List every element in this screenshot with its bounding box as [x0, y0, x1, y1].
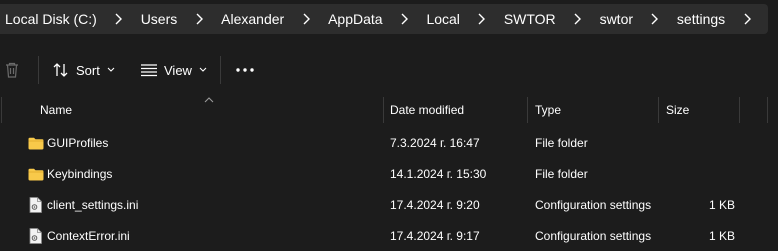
breadcrumb-label: settings — [676, 11, 726, 27]
file-type: Configuration settings — [535, 229, 652, 243]
chevron-down-icon — [199, 67, 207, 72]
breadcrumb-item-local[interactable]: Local — [425, 11, 460, 27]
toolbar-divider — [220, 56, 221, 84]
chevron-right-icon[interactable] — [461, 4, 503, 34]
file-icon-cell — [28, 128, 44, 158]
file-icon-cell — [29, 221, 42, 251]
file-type: File folder — [535, 167, 588, 181]
file-type: File folder — [535, 136, 588, 150]
column-header-label: Type — [535, 103, 562, 117]
column-divider[interactable] — [1, 97, 2, 123]
file-date-modified: 7.3.2024 г. 16:47 — [390, 136, 480, 150]
breadcrumb[interactable]: Local Disk (C:) Users Alexander AppData … — [0, 4, 768, 34]
file-date-modified: 14.1.2024 г. 15:30 — [390, 167, 487, 181]
breadcrumb-item-alexander[interactable]: Alexander — [220, 11, 285, 27]
column-header-type[interactable]: Type — [535, 97, 561, 123]
column-divider[interactable] — [739, 97, 740, 123]
config-file-icon — [29, 197, 42, 213]
file-icon-cell — [28, 159, 44, 189]
column-headers: Name Date modified Type Size — [0, 97, 778, 123]
breadcrumb-item-swtor[interactable]: SWTOR — [503, 11, 557, 27]
more-dots-icon — [236, 68, 254, 72]
config-file-icon — [29, 228, 42, 244]
breadcrumb-label: SWTOR — [503, 11, 556, 27]
toolbar-divider — [38, 56, 39, 84]
delete-button[interactable] — [2, 54, 22, 86]
chevron-right-icon[interactable] — [726, 4, 768, 34]
view-button[interactable]: View — [140, 54, 208, 86]
chevron-right-icon[interactable] — [557, 4, 599, 34]
file-type: Configuration settings — [535, 198, 652, 212]
file-size: 1 KB — [709, 229, 736, 243]
view-lines-icon — [141, 64, 157, 77]
chevron-right-icon[interactable] — [178, 4, 220, 34]
breadcrumb-item-local-disk[interactable]: Local Disk (C:) — [4, 11, 98, 27]
chevron-right-icon[interactable] — [384, 4, 426, 34]
file-icon-cell — [29, 190, 42, 220]
sort-icon — [53, 63, 68, 77]
view-label: View — [164, 62, 192, 78]
sort-ascending-indicator-icon — [204, 97, 214, 103]
table-row[interactable]: Keybindings 14.1.2024 г. 15:30 File fold… — [0, 159, 778, 189]
breadcrumb-item-settings[interactable]: settings — [676, 11, 726, 27]
breadcrumb-label: Local — [426, 11, 460, 27]
file-size: 1 KB — [709, 198, 736, 212]
file-name[interactable]: Keybindings — [47, 159, 112, 189]
breadcrumb-label: AppData — [328, 11, 383, 27]
breadcrumb-item-appdata[interactable]: AppData — [327, 11, 383, 27]
file-name[interactable]: ContextError.ini — [47, 221, 130, 251]
chevron-right-icon[interactable] — [98, 4, 140, 34]
column-divider[interactable] — [527, 97, 528, 123]
column-divider[interactable] — [658, 97, 659, 123]
table-row[interactable]: GUIProfiles 7.3.2024 г. 16:47 File folde… — [0, 128, 778, 158]
command-bar: Sort View — [0, 50, 778, 90]
file-date-modified: 17.4.2024 г. 9:17 — [390, 229, 480, 243]
column-divider[interactable] — [767, 97, 768, 123]
sort-button[interactable]: Sort — [52, 54, 116, 86]
file-date-modified: 17.4.2024 г. 9:20 — [390, 198, 480, 212]
chevron-right-icon[interactable] — [634, 4, 676, 34]
table-row[interactable]: ContextError.ini 17.4.2024 г. 9:17 Confi… — [0, 221, 778, 251]
breadcrumb-label: swtor — [599, 11, 634, 27]
folder-icon — [28, 137, 44, 149]
chevron-down-icon — [107, 67, 115, 72]
trash-icon — [6, 62, 18, 78]
column-header-label: Name — [40, 103, 73, 117]
file-name[interactable]: client_settings.ini — [47, 190, 138, 220]
column-header-label: Date modified — [390, 103, 465, 117]
sort-label: Sort — [76, 62, 100, 78]
breadcrumb-item-swtor-sub[interactable]: swtor — [599, 11, 634, 27]
more-options-button[interactable] — [234, 54, 256, 86]
file-name[interactable]: GUIProfiles — [47, 128, 108, 158]
breadcrumb-label: Users — [140, 11, 178, 27]
column-divider[interactable] — [383, 97, 384, 123]
breadcrumb-item-users[interactable]: Users — [140, 11, 179, 27]
table-row[interactable]: client_settings.ini 17.4.2024 г. 9:20 Co… — [0, 190, 778, 220]
folder-icon — [28, 168, 44, 180]
column-header-date-modified[interactable]: Date modified — [390, 97, 464, 123]
breadcrumb-label: Alexander — [221, 11, 285, 27]
chevron-right-icon[interactable] — [285, 4, 327, 34]
column-header-label: Size — [666, 103, 690, 117]
column-header-size[interactable]: Size — [666, 97, 689, 123]
column-header-name[interactable]: Name — [40, 97, 72, 123]
breadcrumb-label: Local Disk (C:) — [5, 11, 97, 27]
